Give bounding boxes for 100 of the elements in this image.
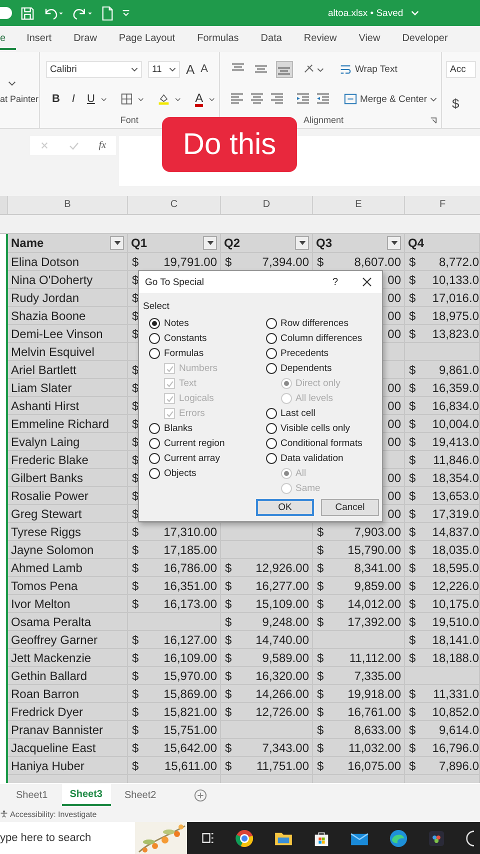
- ribbon-tab[interactable]: View: [348, 28, 392, 50]
- chevron-down-icon[interactable]: [411, 9, 420, 17]
- caret-icon[interactable]: [209, 96, 215, 102]
- align-button[interactable]: [276, 60, 293, 78]
- radio-button[interactable]: [266, 438, 276, 449]
- caret-icon[interactable]: [138, 96, 144, 102]
- currency-button[interactable]: $: [452, 96, 460, 111]
- option-label: Text: [179, 378, 196, 389]
- wrap-text-button[interactable]: Wrap Text: [338, 62, 398, 76]
- sheet-tab[interactable]: Sheet1: [8, 784, 56, 806]
- radio-button[interactable]: [149, 348, 160, 359]
- font-color-button[interactable]: A: [195, 92, 204, 106]
- orientation-icon[interactable]: [302, 62, 325, 76]
- radio-button[interactable]: [149, 468, 160, 479]
- grow-font-button[interactable]: A: [186, 62, 195, 76]
- option-label: Current region: [164, 438, 225, 449]
- ribbon-tab[interactable]: Page Layout: [108, 28, 186, 50]
- ribbon-tab[interactable]: Developer: [391, 28, 459, 50]
- browser-icon[interactable]: [235, 828, 254, 848]
- column-header[interactable]: C: [127, 196, 220, 214]
- radio-button[interactable]: [149, 423, 160, 434]
- sheet-tab[interactable]: Sheet2: [116, 784, 164, 806]
- dialog-launcher-icon[interactable]: [430, 117, 437, 124]
- merge-center-button[interactable]: Merge & Center: [344, 93, 437, 105]
- currency-sign: $: [409, 416, 416, 430]
- font-name-field[interactable]: Calibri: [46, 60, 142, 78]
- radio-button[interactable]: [149, 438, 160, 449]
- underline-button[interactable]: U: [86, 93, 95, 105]
- document-icon[interactable]: [101, 6, 114, 20]
- store-icon[interactable]: [313, 830, 330, 846]
- table-cell: Nina O'Doherty: [11, 272, 93, 286]
- align-left-icon[interactable]: [230, 93, 244, 105]
- caret-icon[interactable]: [100, 96, 107, 102]
- caret-icon[interactable]: [8, 81, 16, 86]
- save-icon[interactable]: [20, 6, 35, 20]
- table-cell: 16,277.00: [256, 578, 309, 592]
- app-icon[interactable]: [465, 830, 474, 846]
- shrink-font-button[interactable]: A: [200, 63, 208, 75]
- insert-function-button[interactable]: fx: [98, 140, 106, 151]
- ribbon-tab[interactable]: Data: [250, 28, 293, 50]
- column-header[interactable]: F: [404, 196, 480, 214]
- bold-button[interactable]: B: [52, 93, 60, 105]
- accessibility-icon[interactable]: [0, 810, 8, 818]
- align-right-icon[interactable]: [270, 93, 284, 105]
- add-sheet-icon[interactable]: [194, 788, 208, 802]
- radio-button[interactable]: [266, 363, 276, 374]
- column-header[interactable]: B: [7, 196, 127, 214]
- table-cell: 19,918.00: [348, 686, 401, 700]
- number-format-field[interactable]: Acc: [446, 61, 476, 78]
- caret-icon[interactable]: [175, 96, 182, 102]
- italic-button[interactable]: I: [72, 93, 75, 105]
- ribbon-tab[interactable]: Review: [292, 28, 348, 50]
- radio-button[interactable]: [266, 333, 276, 344]
- table-cell: Liam Slater: [11, 380, 72, 394]
- customize-caret-icon[interactable]: [122, 9, 130, 17]
- ribbon-tab[interactable]: e: [0, 28, 16, 50]
- filter-button[interactable]: [295, 236, 309, 250]
- dialog-button[interactable]: OK: [256, 499, 314, 516]
- format-painter-button[interactable]: at Painter: [0, 94, 39, 104]
- dialog-button[interactable]: Cancel: [321, 499, 379, 516]
- radio-button[interactable]: [266, 408, 276, 419]
- radio-button[interactable]: [149, 318, 160, 329]
- sheet-tab[interactable]: Sheet3: [62, 784, 110, 806]
- wrap-text-icon: [338, 62, 352, 76]
- radio-button[interactable]: [266, 453, 276, 464]
- filter-button[interactable]: [203, 236, 217, 250]
- close-icon[interactable]: [362, 277, 372, 287]
- task-view-icon[interactable]: [201, 831, 215, 845]
- radio-button[interactable]: [266, 348, 276, 359]
- radio-button[interactable]: [266, 318, 276, 329]
- borders-icon[interactable]: [120, 92, 132, 106]
- increase-indent-icon[interactable]: [316, 93, 330, 105]
- status-text[interactable]: Accessibility: Investigate: [10, 810, 97, 818]
- currency-sign: $: [132, 416, 139, 430]
- currency-sign: $: [225, 740, 232, 754]
- folder-icon[interactable]: [274, 830, 293, 846]
- instruction-tooltip[interactable]: Do this: [162, 117, 297, 172]
- ribbon-tab[interactable]: Draw: [62, 28, 108, 50]
- fill-color-icon[interactable]: [158, 91, 170, 107]
- radio-button[interactable]: [266, 423, 276, 434]
- currency-sign: $: [132, 506, 139, 520]
- ribbon-tab[interactable]: Insert: [16, 28, 63, 50]
- filter-button[interactable]: [387, 236, 401, 250]
- column-header[interactable]: D: [220, 196, 312, 214]
- table-cell: Fredrick Dyer: [11, 704, 84, 718]
- mail-icon[interactable]: [350, 830, 369, 846]
- align-center-icon[interactable]: [250, 93, 264, 105]
- radio-button[interactable]: [149, 333, 160, 344]
- ribbon-tab[interactable]: Formulas: [186, 28, 250, 50]
- autosave-toggle[interactable]: [0, 7, 12, 19]
- browser-icon[interactable]: [389, 828, 408, 848]
- help-button[interactable]: ?: [332, 276, 338, 288]
- radio-button[interactable]: [149, 453, 160, 464]
- column-header[interactable]: E: [312, 196, 404, 214]
- app-icon[interactable]: [428, 830, 445, 846]
- table-cell: Ahmed Lamb: [11, 560, 82, 574]
- decrease-indent-icon[interactable]: [296, 93, 310, 105]
- font-size-field[interactable]: 11: [148, 60, 180, 78]
- currency-sign: $: [132, 740, 139, 754]
- filter-button[interactable]: [110, 236, 124, 250]
